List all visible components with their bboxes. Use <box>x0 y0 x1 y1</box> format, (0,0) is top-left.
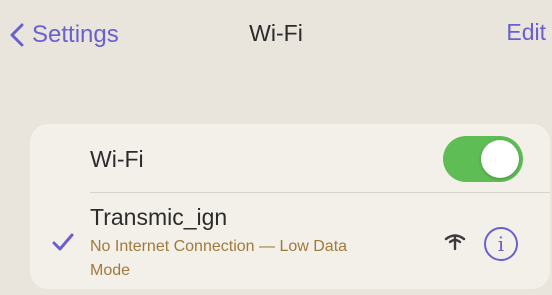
checkmark-icon <box>52 233 74 251</box>
network-row[interactable]: Transmic_ign No Internet Connection — Lo… <box>30 193 550 289</box>
edit-button[interactable]: Edit <box>506 19 546 46</box>
wifi-toggle[interactable] <box>443 136 523 182</box>
toggle-knob <box>481 140 519 178</box>
network-status: No Internet Connection — Low Data Mode <box>90 238 348 279</box>
page-title: Wi-Fi <box>249 20 303 46</box>
wifi-label: Wi-Fi <box>90 146 144 172</box>
wifi-settings-card: Wi-Fi Transmic_ign No Internet Connectio… <box>30 124 550 289</box>
info-icon[interactable]: i <box>484 227 518 261</box>
navigation-bar: Settings Wi-Fi Edit <box>0 0 552 70</box>
network-name: Transmic_ign <box>90 204 228 230</box>
wifi-no-internet-icon <box>444 234 466 251</box>
wifi-toggle-row: Wi-Fi <box>30 124 550 192</box>
